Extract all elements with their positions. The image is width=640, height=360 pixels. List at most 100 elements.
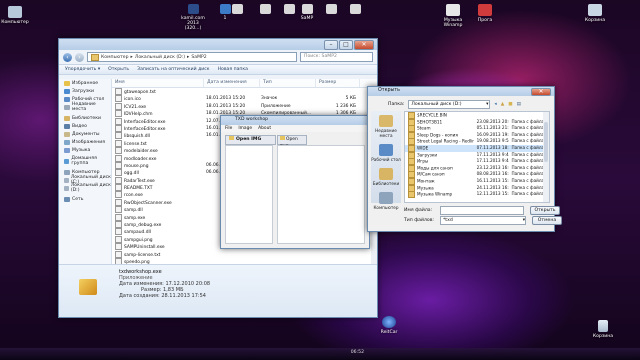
nav-item[interactable]: Избранное [59, 79, 111, 87]
close-button[interactable]: ✕ [354, 40, 374, 50]
forward-icon[interactable]: › [75, 52, 84, 62]
nav-item[interactable]: Сеть [59, 195, 111, 203]
breadcrumb-item[interactable]: SaMP2 [191, 55, 206, 60]
place-item[interactable]: Библиотеки [371, 168, 401, 186]
column-name[interactable]: Имя [112, 79, 204, 87]
cell-name: Steam [417, 125, 431, 131]
desktop-icon[interactable]: Компьютер [0, 6, 32, 25]
place-icon [379, 144, 393, 156]
desktop-icon[interactable] [224, 4, 250, 16]
explorer-titlebar[interactable]: – □ ✕ [59, 39, 377, 50]
back-icon[interactable]: ‹ [63, 52, 72, 62]
breadcrumb-item[interactable]: Локальный диск (D:) [135, 55, 185, 60]
cell-date: 07.11.2013 18:57 [476, 144, 509, 150]
list-item[interactable]: Sleep Dogs - копия16.09.2013 19:43Папка … [405, 131, 549, 139]
recycle-bin-icon [598, 320, 608, 332]
desktop-icon[interactable] [252, 4, 278, 16]
desktop-icon[interactable] [342, 4, 368, 16]
list-item[interactable]: SEHOT3B1123.08.2013 20:03Папка с файлами [405, 118, 549, 126]
cancel-button[interactable]: Отмена [532, 216, 562, 225]
nav-item[interactable]: Локальный диск (D:) [59, 183, 111, 193]
file-icon [115, 221, 122, 229]
list-item[interactable]: М/Сам санэп08.08.2013 16:48Папка с файла… [405, 171, 549, 178]
view-menu-icon[interactable]: ▤ [517, 102, 521, 107]
column-date[interactable]: Дата изменения [204, 79, 260, 87]
open-img-button[interactable]: Open IMG [225, 135, 276, 145]
open-txd-button[interactable]: Open TXD [277, 135, 307, 150]
minimize-button[interactable]: – [324, 40, 338, 50]
menu-file[interactable]: File [225, 125, 232, 132]
nav-item[interactable]: Библиотеки [59, 114, 111, 122]
desktop-icon[interactable] [318, 4, 344, 16]
list-item[interactable]: Street Legal Racing - Redline 2.2.1 M...… [405, 138, 549, 145]
desktop-icon[interactable]: kamil.com 2013 (320...) [180, 4, 206, 31]
list-item[interactable]: Steam05.11.2013 21:23Папка с файлами [405, 125, 549, 132]
cell-name: Монтаж [417, 178, 435, 184]
filetype-select[interactable]: *txd ▾ [440, 216, 526, 225]
tray-clock[interactable]: 06:52 [351, 350, 364, 355]
new-folder-button[interactable]: Новая папка [218, 67, 248, 72]
nav-item[interactable]: Домашняя группа [59, 156, 111, 166]
menu-about[interactable]: About [258, 125, 271, 132]
breadcrumb[interactable]: Компьютер ▸ Локальный диск (D:) ▸ SaMP2 [87, 52, 297, 62]
txd-titlebar[interactable]: TXD workshop [221, 116, 369, 125]
open-button[interactable]: Открыть [530, 206, 560, 215]
column-size[interactable]: Размер [316, 79, 360, 87]
list-item[interactable]: Игры 17.11.2013 9:44 Папка с файлами [405, 158, 549, 165]
nav-item-icon [64, 96, 70, 102]
place-item[interactable]: Компьютер [371, 192, 401, 210]
column-type[interactable]: Тип [260, 79, 316, 87]
list-item[interactable]: Музыка24.11.2013 16:45Папка с файлами [405, 184, 549, 192]
place-item[interactable]: Рабочий стол [371, 144, 401, 162]
nav-item[interactable]: Изображения [59, 138, 111, 146]
dialog-titlebar[interactable]: Открыть ✕ [368, 87, 554, 96]
dialog-scrollbar[interactable] [543, 112, 549, 202]
desktop-icon[interactable]: Музыка Winamp [436, 4, 470, 28]
search-input[interactable]: Поиск: SaMP2 [300, 52, 373, 62]
desktop-icon-recycle-bin[interactable]: Корзина [586, 320, 620, 339]
list-item[interactable]: Моды для санэп23.12.2013 16:07Папка с фа… [405, 164, 549, 172]
nav-item[interactable]: Загрузки [59, 87, 111, 95]
nav-item[interactable]: Видео [59, 122, 111, 130]
desktop-icon-label: Прога [477, 18, 493, 23]
list-item[interactable]: $RECYCLE.BIN [405, 112, 549, 119]
place-label: Недавние места [375, 128, 397, 138]
table-row[interactable]: gtaweapon.txt [112, 88, 377, 95]
breadcrumb-item[interactable]: Компьютер [101, 55, 129, 60]
list-item[interactable]: Музыка Winamp12.11.2013 15:49Папка с фай… [405, 191, 549, 198]
table-row[interactable]: samp-license.txt [112, 250, 377, 258]
folder-select[interactable]: Локальный диск (D:) ▾ [408, 100, 491, 109]
command-bar: Упорядочить ▾ Открыть Записать на оптиче… [59, 64, 377, 75]
nav-item[interactable]: Недавние места [59, 102, 111, 112]
nav-item-icon [64, 147, 70, 153]
folder-icon [408, 164, 415, 172]
desktop-icon-reitcar[interactable]: ReitCar [372, 316, 406, 335]
filename-input[interactable] [440, 206, 524, 215]
desktop-shortcut-icon [301, 4, 313, 14]
table-row[interactable]: icon.ico 18.01.2013 15:20 Значок 5 КБ [112, 95, 377, 103]
nav-item-icon [64, 80, 70, 86]
open-button[interactable]: Открыть [108, 67, 129, 72]
list-item[interactable]: WIDE07.11.2013 18:57Папка с файлами [405, 144, 549, 152]
table-row[interactable]: ICV21.exe 18.01.2013 15:20 Приложение 1 236… [112, 102, 377, 110]
file-icon [115, 139, 122, 147]
nav-item-label: Изображения [72, 139, 105, 145]
list-item[interactable]: Монтаж16.11.2013 15:49Папка с файлами [405, 177, 549, 185]
up-folder-icon[interactable]: ▲ [501, 102, 505, 107]
list-item[interactable]: Загрузки 17.11.2013 9:44 Папка с файлами [405, 151, 549, 159]
menu-image[interactable]: Image [238, 125, 252, 132]
nav-item[interactable]: Музыка [59, 146, 111, 154]
new-folder-icon[interactable]: ■ [508, 102, 512, 107]
back-icon[interactable]: ◂ [494, 102, 496, 107]
organize-button[interactable]: Упорядочить ▾ [65, 67, 100, 72]
maximize-button[interactable]: □ [339, 40, 353, 50]
scroll-thumb[interactable] [544, 122, 548, 162]
close-button[interactable]: ✕ [531, 88, 551, 96]
desktop-icon[interactable]: Корзина [578, 4, 612, 23]
nav-item[interactable]: Документы [59, 130, 111, 138]
burn-button[interactable]: Записать на оптический диск [137, 67, 209, 72]
desktop-icon[interactable]: SaMP [294, 4, 320, 21]
nav-item-icon [64, 139, 70, 145]
place-item[interactable]: Недавние места [371, 115, 401, 138]
desktop-icon[interactable]: Прога [468, 4, 502, 23]
